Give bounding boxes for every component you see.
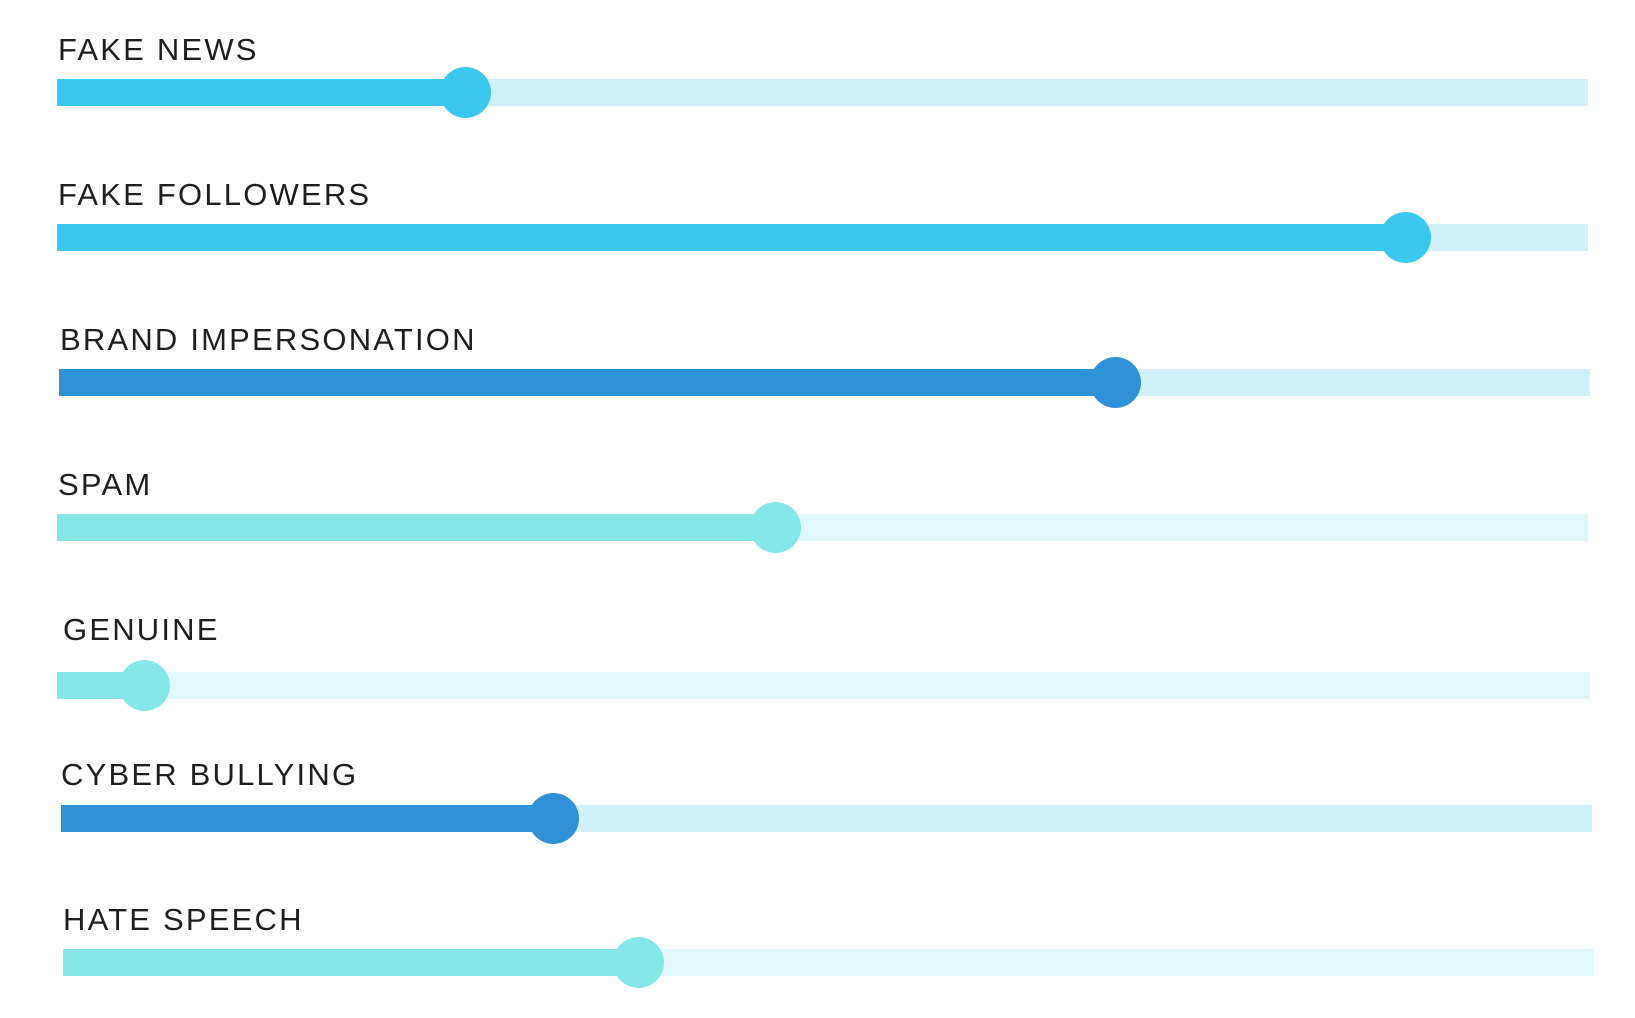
slider-fill bbox=[57, 514, 776, 541]
slider-spam[interactable]: SPAM bbox=[0, 453, 1635, 583]
slider-thumb[interactable] bbox=[118, 660, 170, 711]
slider-thumb[interactable] bbox=[1089, 357, 1141, 408]
slider-thumb[interactable] bbox=[1380, 212, 1432, 263]
slider-thumb[interactable] bbox=[613, 937, 665, 988]
slider-label: FAKE NEWS bbox=[58, 32, 259, 67]
slider-label: FAKE FOLLOWERS bbox=[58, 177, 372, 212]
slider-hate-speech[interactable]: HATE SPEECH bbox=[0, 888, 1635, 1018]
slider-fake-followers[interactable]: FAKE FOLLOWERS bbox=[0, 163, 1635, 293]
slider-fake-news[interactable]: FAKE NEWS bbox=[0, 18, 1635, 148]
slider-track[interactable] bbox=[61, 793, 1592, 844]
slider-fill bbox=[63, 949, 639, 976]
slider-label: HATE SPEECH bbox=[63, 902, 304, 937]
slider-track[interactable] bbox=[59, 357, 1590, 408]
slider-thumb[interactable] bbox=[749, 502, 801, 553]
slider-track[interactable] bbox=[57, 212, 1588, 263]
slider-label: GENUINE bbox=[63, 612, 220, 647]
slider-fill bbox=[57, 224, 1406, 251]
slider-label: SPAM bbox=[58, 467, 153, 502]
slider-thumb[interactable] bbox=[528, 793, 580, 844]
slider-label: CYBER BULLYING bbox=[61, 757, 359, 792]
slider-label: BRAND IMPERSONATION bbox=[60, 322, 477, 357]
slider-thumb[interactable] bbox=[440, 67, 492, 118]
slider-track[interactable] bbox=[63, 937, 1594, 988]
slider-cyber-bullying[interactable]: CYBER BULLYING bbox=[0, 743, 1635, 873]
slider-track[interactable] bbox=[57, 502, 1588, 553]
slider-fill bbox=[61, 805, 554, 832]
slider-brand-impersonation[interactable]: BRAND IMPERSONATION bbox=[0, 308, 1635, 438]
slider-track[interactable] bbox=[57, 67, 1588, 118]
slider-fill bbox=[59, 369, 1116, 396]
slider-track[interactable] bbox=[57, 660, 1590, 711]
slider-fill bbox=[57, 79, 466, 106]
slider-genuine[interactable]: GENUINE bbox=[0, 598, 1635, 728]
